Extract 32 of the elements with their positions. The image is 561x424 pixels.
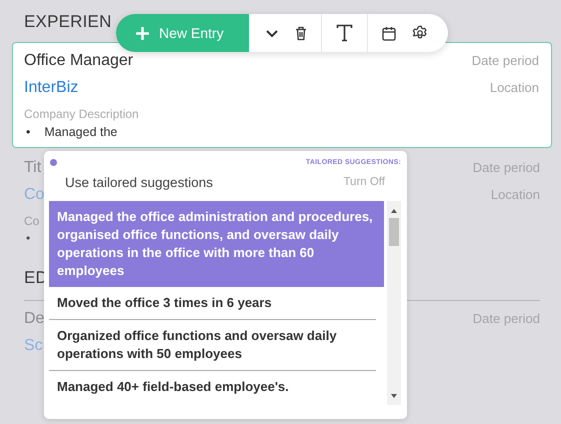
description-placeholder[interactable]: Co [24, 214, 40, 228]
new-entry-button[interactable]: New Entry [116, 14, 249, 52]
date-period[interactable]: Date period [472, 311, 540, 326]
location[interactable]: Location [490, 187, 540, 202]
suggestion-item[interactable]: Managed 40+ field-based employee's. [49, 371, 376, 403]
degree[interactable]: De [24, 307, 44, 331]
job-title[interactable]: Tit [24, 156, 42, 180]
turn-off-button[interactable]: Turn Off [343, 176, 385, 188]
job-title[interactable]: Office Manager [24, 49, 134, 73]
chevron-down-icon[interactable] [265, 28, 279, 38]
scrollbar[interactable] [387, 201, 401, 405]
school-name[interactable]: Sc [24, 331, 43, 361]
status-dot [50, 158, 57, 166]
bullet: • [25, 124, 30, 141]
plus-icon [136, 26, 149, 40]
section-title: EXPERIEN [24, 12, 112, 31]
date-period[interactable]: Date period [472, 53, 539, 68]
description-placeholder[interactable]: Company Description [24, 107, 139, 121]
text-format-icon[interactable] [336, 24, 353, 42]
suggestion-item[interactable]: Managed the office administration and procedures, organised office functions, and oversaw daily operations in the office with more than 60 employees [49, 201, 384, 287]
suggestion-item[interactable]: Organized office functions and oversaw daily operations with 50 employees [49, 320, 376, 371]
suggestion-item[interactable]: Moved the office 3 times in 6 years [49, 287, 376, 320]
company-name[interactable]: Co [24, 180, 44, 210]
calendar-icon[interactable] [382, 26, 396, 40]
bullet-text[interactable]: Managed the [44, 122, 118, 142]
settings-icon[interactable] [412, 25, 428, 41]
bullet: • [26, 231, 30, 245]
date-period[interactable]: Date period [472, 160, 540, 175]
tailored-suggestions-label: Use tailored suggestions [65, 174, 213, 190]
trash-icon[interactable] [295, 26, 307, 40]
company-name[interactable]: InterBiz [24, 73, 78, 103]
location[interactable]: Location [490, 80, 539, 95]
